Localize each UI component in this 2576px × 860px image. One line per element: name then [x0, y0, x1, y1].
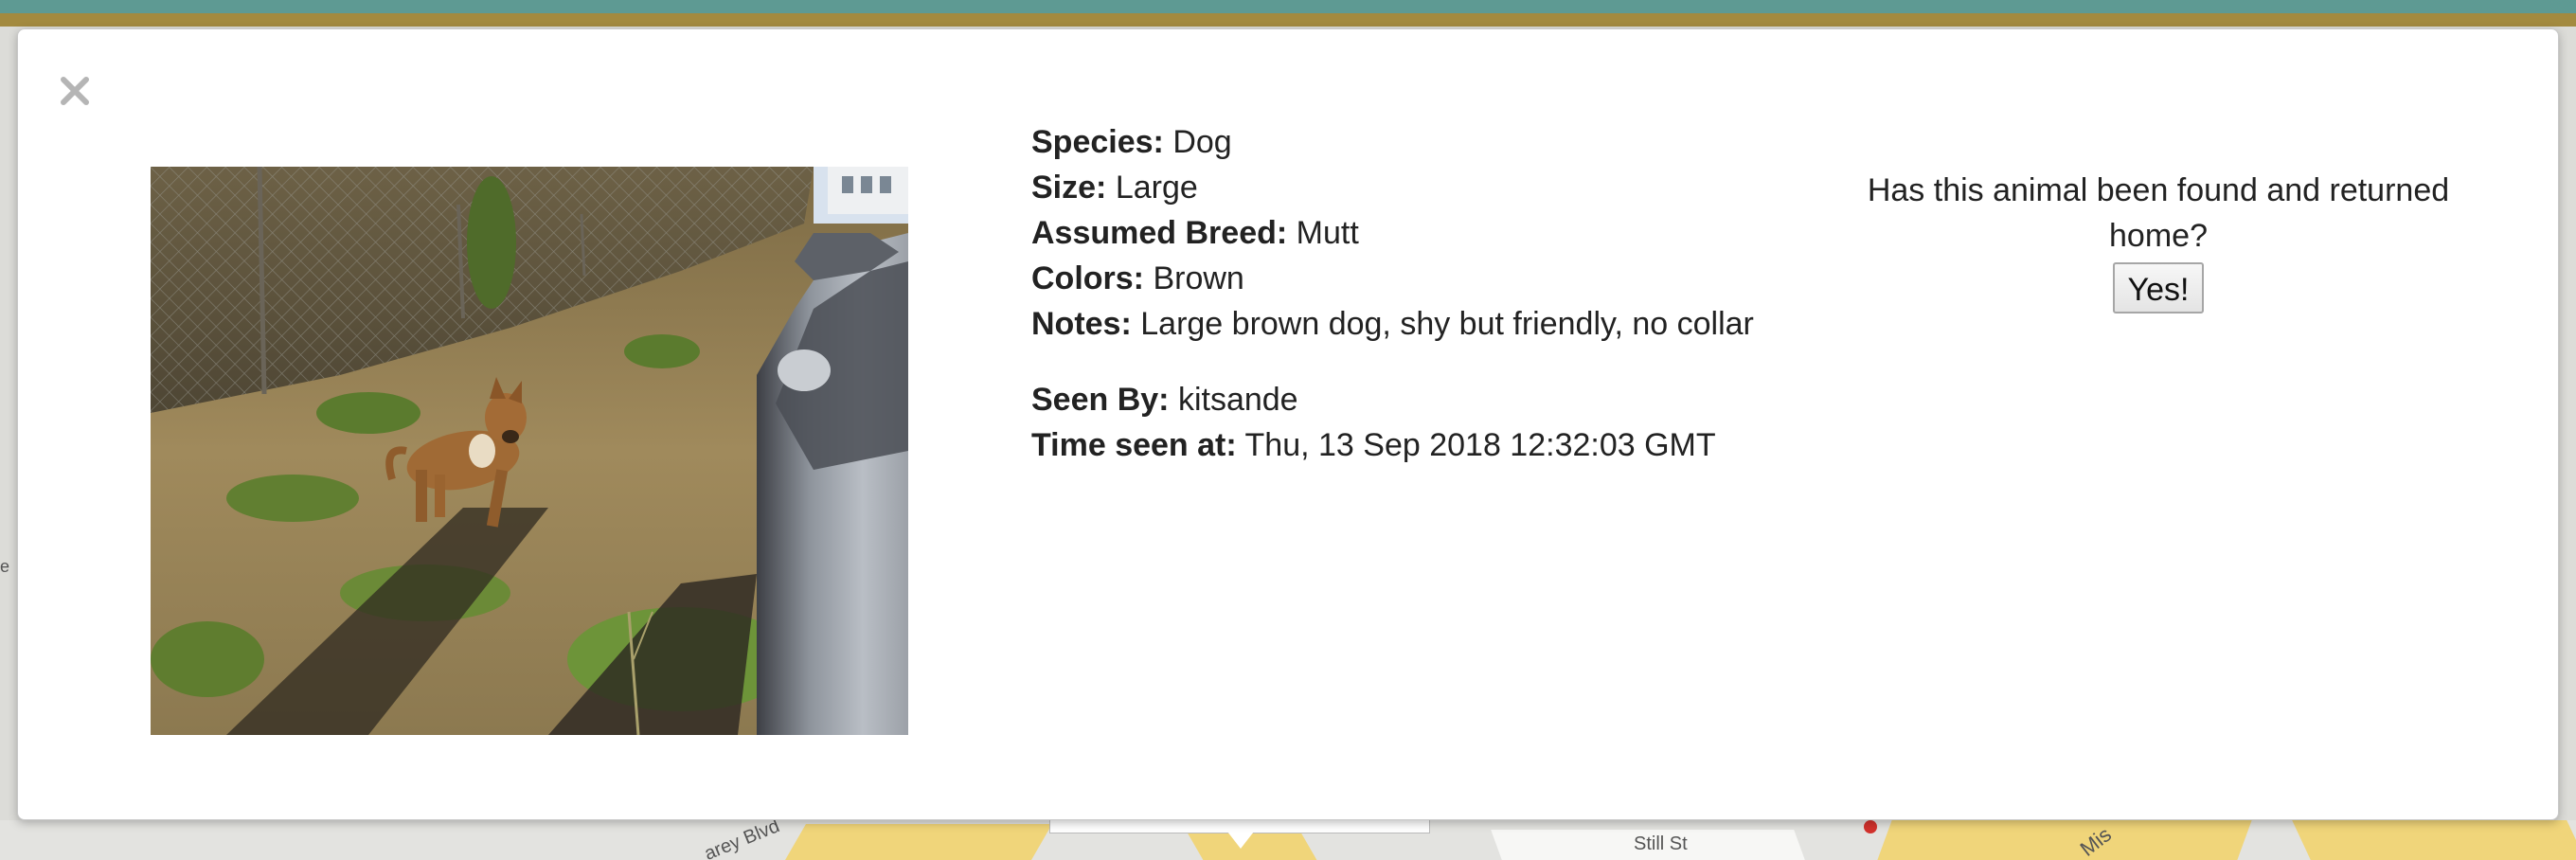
map-marker-icon[interactable]	[1864, 820, 1877, 833]
close-icon[interactable]	[56, 72, 94, 110]
page: Still St Mis arey Blvd e Species: Dog Si…	[0, 0, 2576, 860]
map-road	[785, 824, 1052, 860]
notes-label: Notes:	[1031, 306, 1132, 342]
species-label: Species:	[1031, 124, 1164, 160]
size-value: Large	[1115, 170, 1198, 206]
map-road	[2292, 820, 2576, 860]
breed-value: Mutt	[1296, 215, 1359, 251]
species-value: Dog	[1172, 124, 1232, 160]
map-road	[1877, 820, 2252, 860]
breed-row: Assumed Breed: Mutt	[1031, 210, 1827, 256]
seen-by-value: kitsande	[1177, 382, 1298, 418]
map-info-bubble-tail	[1227, 832, 1254, 849]
sighting-details: Species: Dog Size: Large Assumed Breed: …	[1031, 119, 1827, 468]
found-yes-button[interactable]: Yes!	[2112, 262, 2205, 314]
size-label: Size:	[1031, 170, 1107, 206]
seen-by-label: Seen By:	[1031, 382, 1170, 418]
species-row: Species: Dog	[1031, 119, 1827, 165]
time-seen-label: Time seen at:	[1031, 427, 1237, 463]
seen-by-row: Seen By: kitsande	[1031, 377, 1827, 422]
breed-label: Assumed Breed:	[1031, 215, 1288, 251]
found-home-panel: Has this animal been found and returned …	[1827, 168, 2490, 314]
colors-row: Colors: Brown	[1031, 256, 1827, 301]
map-strip-gold	[0, 13, 2576, 27]
map-street-label: e	[0, 557, 10, 576]
size-row: Size: Large	[1031, 165, 1827, 210]
animal-photo	[151, 167, 908, 735]
colors-label: Colors:	[1031, 260, 1144, 296]
time-seen-value: Thu, 13 Sep 2018 12:32:03 GMT	[1244, 427, 1716, 463]
map-strip-teal	[0, 0, 2576, 13]
notes-row: Notes: Large brown dog, shy but friendly…	[1031, 301, 1827, 347]
sighting-detail-modal: Species: Dog Size: Large Assumed Breed: …	[17, 28, 2559, 820]
found-home-question: Has this animal been found and returned …	[1867, 172, 2450, 254]
notes-value: Large brown dog, shy but friendly, no co…	[1140, 306, 1754, 342]
time-seen-row: Time seen at: Thu, 13 Sep 2018 12:32:03 …	[1031, 422, 1827, 468]
colors-value: Brown	[1153, 260, 1244, 296]
map-street-label: Still St	[1634, 833, 1688, 854]
